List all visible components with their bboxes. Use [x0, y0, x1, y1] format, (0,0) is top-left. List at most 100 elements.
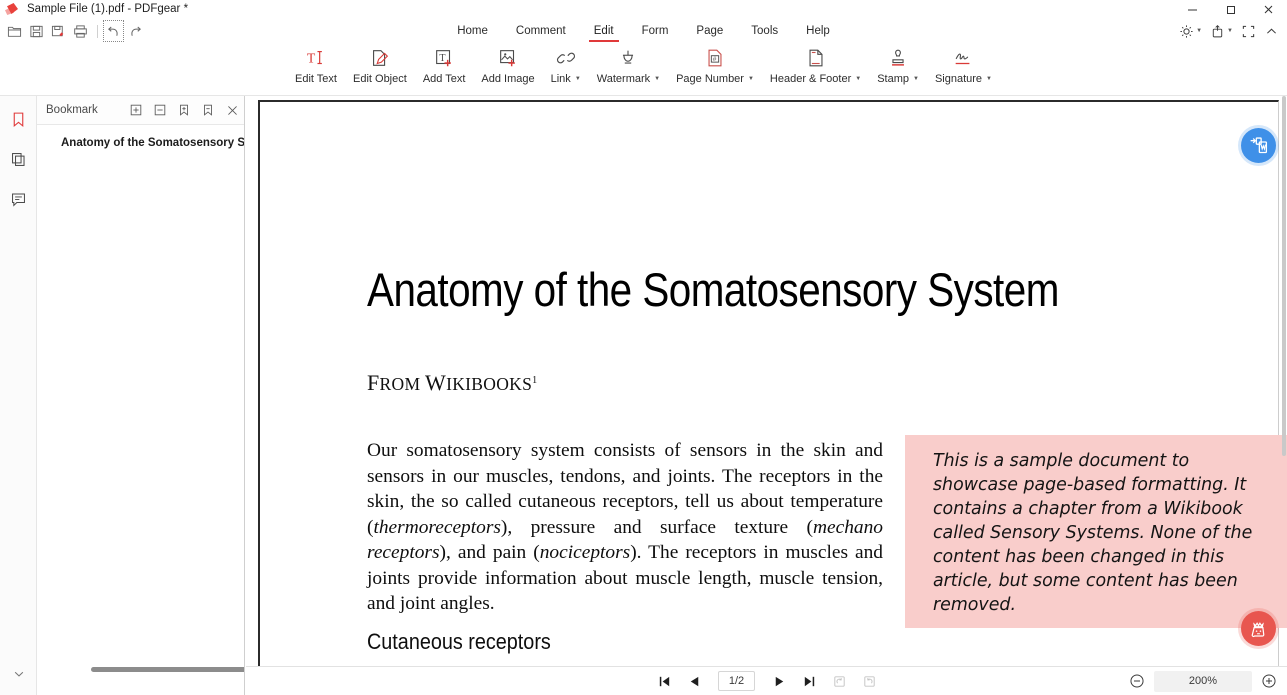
zoom-out-button[interactable] — [1129, 673, 1145, 689]
document-viewport[interactable]: Anatomy of the Somatosensory System FROM… — [246, 96, 1287, 666]
minimize-button[interactable] — [1173, 0, 1211, 18]
menu-label: Form — [641, 25, 669, 37]
sidebar-expand-button[interactable] — [0, 663, 37, 685]
watermark-icon — [617, 46, 639, 70]
link-icon — [555, 46, 577, 70]
first-page-button[interactable] — [652, 670, 676, 692]
document-vscrollbar[interactable] — [1282, 96, 1287, 666]
label-text: Add Text — [422, 73, 466, 85]
header-footer-icon — [805, 46, 827, 70]
menu-item-home[interactable]: Home — [443, 18, 502, 44]
bookmark-list: Anatomy of the Somatosensory Sys — [37, 125, 244, 680]
ribbon-stamp-button[interactable]: Stamp ▼ — [869, 44, 927, 85]
rotate-right-button[interactable] — [857, 670, 881, 692]
callout-box[interactable]: This is a sample document to showcase pa… — [905, 435, 1287, 628]
menu-label: Help — [806, 25, 830, 37]
ribbon-label: Stamp ▼ — [877, 73, 919, 85]
document-byline: FROM WIKIBOOKS1 — [367, 370, 538, 395]
upgrade-pro-button[interactable] — [1241, 611, 1276, 646]
label-text: Header & Footer — [769, 73, 852, 85]
ribbon-add-text-button[interactable]: T Add Text — [415, 44, 474, 85]
svg-text:T: T — [440, 53, 446, 64]
document-heading-2: Cutaneous receptors — [367, 629, 551, 654]
ribbon-label: Watermark ▼ — [597, 73, 660, 85]
label-text: Stamp — [877, 73, 909, 85]
ribbon-toolbar: T Edit Text Edit Object T Add Text Add I… — [0, 44, 1287, 96]
sidebar-tab-bookmark[interactable] — [0, 102, 37, 136]
ribbon-label: Page Number ▼ — [676, 73, 754, 85]
chevron-down-icon: ▼ — [1227, 28, 1233, 34]
ribbon-edit-object-button[interactable]: Edit Object — [345, 44, 415, 85]
previous-page-button[interactable] — [682, 670, 706, 692]
footnote-marker: 1 — [532, 375, 538, 387]
expand-all-button[interactable] — [124, 97, 148, 123]
bookmark-panel-header: Bookmark — [37, 96, 244, 125]
byline-from-text: F — [367, 370, 380, 395]
menu-row: Home Comment Edit Form Page Tools Help ▼… — [0, 18, 1287, 44]
label-text: Add Image — [481, 73, 535, 85]
ribbon-edit-text-button[interactable]: T Edit Text — [287, 44, 345, 85]
chevron-down-icon: ▼ — [855, 76, 862, 82]
label-text: Edit Object — [353, 73, 407, 85]
label-text: Edit Text — [295, 73, 337, 85]
pdf-page[interactable]: Anatomy of the Somatosensory System FROM… — [258, 100, 1287, 666]
document-paragraph: Our somatosensory system consists of sen… — [367, 440, 883, 614]
zoom-in-button[interactable] — [1261, 673, 1277, 689]
bookmark-hscrollbar-thumb[interactable] — [91, 667, 244, 672]
ribbon-label: Signature ▼ — [935, 73, 992, 85]
menu-item-help[interactable]: Help — [792, 18, 844, 44]
maximize-button[interactable] — [1211, 0, 1249, 18]
sidebar-tab-pages[interactable] — [0, 142, 37, 176]
ribbon-label: Add Image — [481, 73, 534, 85]
label-text: Watermark — [596, 73, 651, 85]
rotate-left-button[interactable] — [827, 670, 851, 692]
fullscreen-button[interactable] — [1237, 18, 1260, 44]
menu-item-comment[interactable]: Comment — [502, 18, 580, 44]
last-page-button[interactable] — [797, 670, 821, 692]
menu-label: Edit — [593, 25, 614, 37]
ribbon-watermark-button[interactable]: Watermark ▼ — [589, 44, 668, 85]
menu-item-edit[interactable]: Edit — [580, 18, 628, 44]
bookmark-hscrollbar-track[interactable] — [37, 667, 244, 676]
ribbon-label: Header & Footer ▼ — [770, 73, 861, 85]
menu-item-page[interactable]: Page — [682, 18, 737, 44]
byline-source-text: W — [425, 370, 447, 395]
convert-to-word-button[interactable] — [1241, 128, 1276, 163]
label-text: Link — [550, 73, 571, 85]
share-button[interactable]: ▼ — [1206, 18, 1237, 44]
ribbon-add-image-button[interactable]: Add Image — [473, 44, 542, 85]
collapse-all-button[interactable] — [148, 97, 172, 123]
remove-bookmark-button[interactable] — [196, 97, 220, 123]
menu-item-tools[interactable]: Tools — [737, 18, 792, 44]
next-page-button[interactable] — [767, 670, 791, 692]
window-controls — [1173, 0, 1287, 18]
menu-label: Tools — [751, 25, 779, 37]
chevron-down-icon: ▼ — [986, 76, 992, 82]
add-bookmark-button[interactable] — [172, 97, 196, 123]
zoom-level-input[interactable]: 200% — [1154, 670, 1252, 692]
page-number-icon: # — [704, 46, 726, 70]
ribbon-header-footer-button[interactable]: Header & Footer ▼ — [762, 44, 869, 85]
sidebar-tab-comments[interactable] — [0, 182, 37, 216]
status-bar: 1/2 200% — [246, 666, 1287, 695]
chevron-down-icon: ▼ — [654, 76, 661, 82]
menu-label: Home — [457, 25, 488, 37]
ribbon-label: Edit Text — [295, 73, 337, 85]
close-panel-button[interactable] — [220, 97, 244, 123]
ribbon-signature-button[interactable]: Signature ▼ — [927, 44, 1000, 85]
theme-brightness-button[interactable]: ▼ — [1175, 18, 1206, 44]
main-menu: Home Comment Edit Form Page Tools Help — [0, 18, 1287, 44]
page-indicator[interactable]: 1/2 — [718, 671, 755, 691]
ribbon-link-button[interactable]: Link ▼ — [543, 44, 589, 85]
ribbon-page-number-button[interactable]: # Page Number ▼ — [668, 44, 762, 85]
signature-icon — [952, 46, 974, 70]
close-button[interactable] — [1249, 0, 1287, 18]
label-text: Signature — [934, 73, 983, 85]
chevron-down-icon: ▼ — [747, 76, 754, 82]
document-vscrollbar-thumb[interactable] — [1282, 96, 1286, 456]
svg-text:#: # — [713, 56, 717, 63]
collapse-ribbon-button[interactable] — [1260, 18, 1283, 44]
bookmark-list-item[interactable]: Anatomy of the Somatosensory Sys — [37, 135, 244, 151]
menu-item-form[interactable]: Form — [628, 18, 683, 44]
ribbon-label: Edit Object — [353, 73, 407, 85]
